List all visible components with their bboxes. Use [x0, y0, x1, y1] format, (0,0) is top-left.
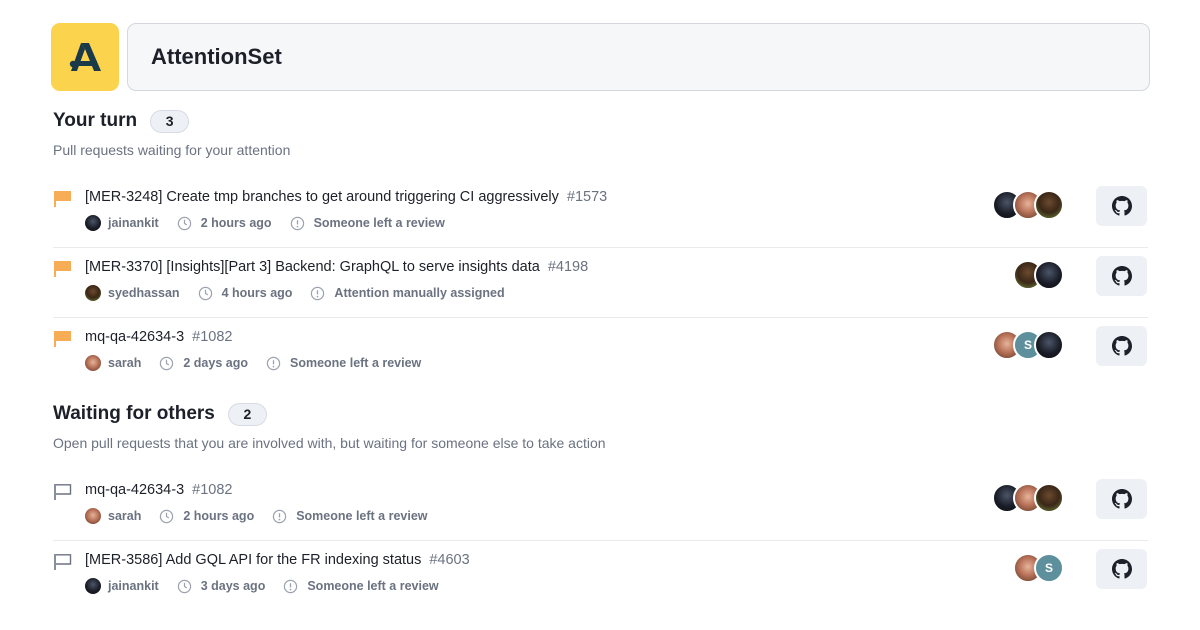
pr-author: syedhassan	[108, 286, 180, 300]
pr-time: 2 hours ago	[200, 216, 272, 230]
pr-title[interactable]: [MER-3586] Add GQL API for the FR indexi…	[85, 552, 421, 568]
github-button[interactable]	[1096, 186, 1147, 226]
github-button[interactable]	[1096, 326, 1147, 366]
flag-filled-icon[interactable]	[53, 260, 73, 278]
pr-number[interactable]: #4198	[548, 259, 588, 275]
flag-filled-icon[interactable]	[53, 190, 73, 208]
pr-title-line[interactable]: [MER-3248] Create tmp branches to get ar…	[85, 189, 607, 205]
pr-row[interactable]: mq-qa-42634-3 #1082 sarah 2 days ago Some…	[53, 318, 1148, 388]
alert-circle-icon	[273, 509, 287, 523]
github-button[interactable]	[1096, 549, 1147, 589]
github-icon	[1111, 559, 1132, 579]
reviewer-avatars	[992, 483, 1064, 513]
section-your-turn: Your turn 3 Pull requests waiting for yo…	[53, 108, 1148, 378]
flag-outline-icon[interactable]	[53, 483, 73, 501]
count-badge: 2	[227, 402, 267, 426]
pr-time: 4 hours ago	[221, 286, 293, 300]
alert-circle-icon	[266, 356, 281, 370]
pr-time: 2 days ago	[183, 356, 248, 370]
pr-time: 3 days ago	[200, 579, 266, 593]
pr-title-line[interactable]: [MER-3586] Add GQL API for the FR indexi…	[85, 552, 470, 568]
flag-filled-icon[interactable]	[53, 330, 73, 348]
app-header: AttentionSet	[127, 23, 1150, 91]
pr-row[interactable]: [MER-3370] [Insights][Part 3] Backend: G…	[53, 248, 1148, 318]
pr-title[interactable]: mq-qa-42634-3	[85, 482, 184, 498]
pr-title[interactable]: mq-qa-42634-3	[85, 329, 184, 345]
pr-meta: syedhassan 4 hours ago Attention manuall…	[85, 285, 505, 301]
clock-icon	[177, 216, 191, 230]
pr-meta: jainankit 3 days ago Someone left a revi…	[85, 578, 439, 594]
pr-meta: sarah 2 days ago Someone left a review	[85, 355, 421, 371]
author-avatar	[85, 508, 101, 524]
clock-icon	[198, 286, 212, 300]
reviewer-avatar: S	[1034, 553, 1064, 583]
pr-meta: jainankit 2 hours ago Someone left a rev…	[85, 215, 445, 231]
clock-icon	[177, 579, 191, 593]
pr-reason: Someone left a review	[296, 509, 428, 523]
alert-circle-icon	[284, 579, 298, 593]
github-icon	[1111, 489, 1132, 509]
reviewer-avatars	[1013, 260, 1064, 290]
pr-number[interactable]: #1082	[192, 329, 232, 345]
author-avatar	[85, 578, 101, 594]
pr-row[interactable]: [MER-3586] Add GQL API for the FR indexi…	[53, 541, 1148, 611]
section-description: Pull requests waiting for your attention	[53, 142, 291, 158]
flag-outline-icon[interactable]	[53, 553, 73, 571]
pr-reason: Attention manually assigned	[334, 286, 505, 300]
pr-title[interactable]: [MER-3370] [Insights][Part 3] Backend: G…	[85, 259, 540, 275]
github-icon	[1111, 336, 1132, 356]
github-icon	[1111, 196, 1132, 216]
pr-author: jainankit	[108, 216, 159, 230]
reviewer-avatar	[1034, 190, 1064, 220]
reviewer-avatar	[1034, 260, 1064, 290]
pr-time: 2 hours ago	[183, 509, 255, 523]
attentionset-logo-icon	[69, 43, 101, 71]
clock-icon	[160, 509, 174, 523]
pr-number[interactable]: #1082	[192, 482, 232, 498]
github-button[interactable]	[1096, 479, 1147, 519]
reviewer-avatars: S	[1013, 553, 1064, 583]
pr-title[interactable]: [MER-3248] Create tmp branches to get ar…	[85, 189, 559, 205]
alert-circle-icon	[311, 286, 325, 300]
author-avatar	[85, 355, 101, 371]
pr-number[interactable]: #1573	[567, 189, 607, 205]
section-waiting-for-others: Waiting for others 2 Open pull requests …	[53, 401, 1148, 611]
section-title: Waiting for others	[53, 403, 215, 424]
github-button[interactable]	[1096, 256, 1147, 296]
author-avatar	[85, 285, 101, 301]
pr-reason: Someone left a review	[313, 216, 445, 230]
pr-row[interactable]: mq-qa-42634-3 #1082 sarah 2 hours ago Som…	[53, 471, 1148, 541]
pr-number[interactable]: #4603	[429, 552, 469, 568]
section-description: Open pull requests that you are involved…	[53, 435, 606, 451]
pr-author: sarah	[108, 509, 142, 523]
count-badge: 3	[150, 109, 190, 133]
pr-reason: Someone left a review	[289, 356, 422, 370]
section-title: Your turn	[53, 110, 138, 131]
reviewer-avatar	[1034, 330, 1064, 360]
reviewer-avatar	[1034, 483, 1064, 513]
clock-icon	[160, 356, 174, 370]
pr-title-line[interactable]: mq-qa-42634-3 #1082	[85, 482, 232, 498]
pr-meta: sarah 2 hours ago Someone left a review	[85, 508, 428, 524]
pr-reason: Someone left a review	[307, 579, 439, 593]
reviewer-avatars: S	[992, 330, 1064, 360]
author-avatar	[85, 215, 101, 231]
pr-author: jainankit	[108, 579, 159, 593]
pr-title-line[interactable]: [MER-3370] [Insights][Part 3] Backend: G…	[85, 259, 588, 275]
github-icon	[1111, 266, 1132, 286]
pr-title-line[interactable]: mq-qa-42634-3 #1082	[85, 329, 232, 345]
alert-circle-icon	[290, 216, 304, 230]
reviewer-avatars	[992, 190, 1064, 220]
pr-author: sarah	[108, 356, 142, 370]
app-logo	[51, 23, 119, 91]
pr-row[interactable]: [MER-3248] Create tmp branches to get ar…	[53, 178, 1148, 248]
app-title: AttentionSet	[151, 44, 282, 69]
